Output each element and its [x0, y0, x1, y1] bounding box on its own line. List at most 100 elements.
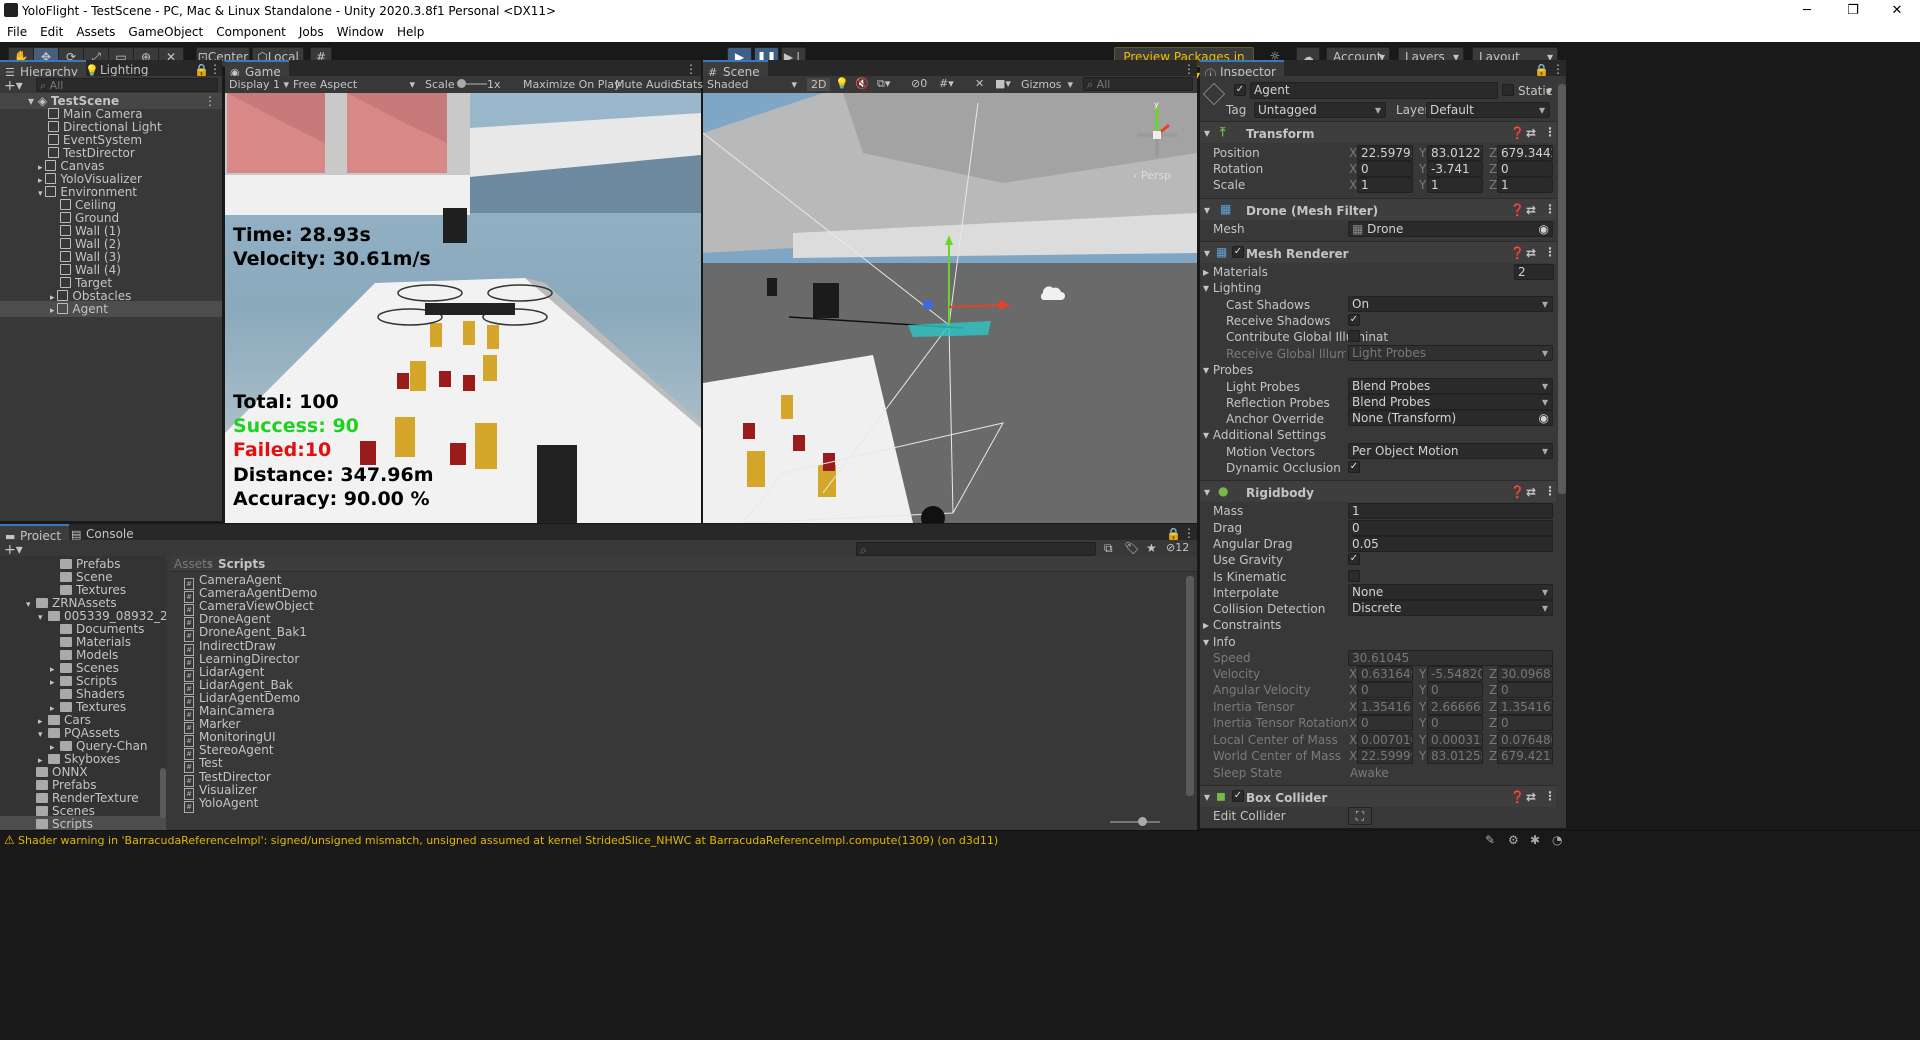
use-gravity-checkbox[interactable]: ✓ [1348, 553, 1360, 565]
dynamic-occlusion-checkbox[interactable]: ✓ [1348, 461, 1360, 473]
game-viewport[interactable]: Time: 28.93s Velocity: 30.61m/s Total: 1… [225, 93, 701, 523]
icon-size-slider[interactable] [1110, 817, 1160, 826]
foldout-arrow-icon[interactable]: ▾ [26, 597, 36, 613]
rotation-x-field[interactable]: 0 [1357, 161, 1413, 177]
menu-file[interactable]: File [0, 22, 33, 39]
mesh-renderer-header[interactable]: ▾ ▦ ✓ Mesh Renderer ❓ ⇄ ⋮ [1200, 241, 1556, 263]
info-foldout[interactable]: ▾ Info [1203, 635, 1236, 649]
tag-dropdown[interactable]: Untagged [1254, 102, 1386, 118]
materials-foldout[interactable]: ▸ Materials [1203, 265, 1268, 279]
mass-field[interactable]: 1 [1348, 503, 1553, 519]
maximize-button[interactable]: ❐ [1830, 0, 1876, 22]
filter-type-icon[interactable]: ⧉ [1104, 541, 1113, 556]
additional-settings-foldout[interactable]: ▾ Additional Settings [1203, 428, 1326, 442]
more-icon[interactable]: ⋮ [1183, 62, 1195, 76]
object-name-input[interactable]: Agent [1250, 82, 1498, 99]
active-checkbox[interactable]: ✓ [1234, 84, 1246, 96]
2d-toggle[interactable]: 2D [807, 78, 831, 91]
lighting-toggle-icon[interactable]: 💡 [835, 77, 849, 90]
static-checkbox[interactable] [1502, 84, 1514, 96]
rigidbody-header[interactable]: ▾ ● Rigidbody ❓ ⇄ ⋮ [1200, 480, 1556, 502]
scene-viewport[interactable]: y ‹ Persp [703, 93, 1197, 523]
stats-toggle[interactable]: Stats [675, 78, 703, 91]
mesh-filter-header[interactable]: ▾ ▦ Drone (Mesh Filter) ❓ ⇄ ⋮ [1200, 198, 1556, 220]
reflection-probes-dropdown[interactable]: Blend Probes [1348, 394, 1553, 410]
hidden-objects-icon[interactable]: ⊘0 [911, 77, 927, 90]
file-list-scrollbar[interactable] [1186, 576, 1194, 796]
auto-generate-lighting-icon[interactable]: ✎ [1485, 833, 1495, 847]
shading-dropdown[interactable]: Shaded ▾ [707, 78, 797, 91]
box-collider-header[interactable]: ▾ ◼ ✓ Box Collider ❓ ⇄ ⋮ [1200, 785, 1556, 807]
inspector-scrollbar[interactable] [1558, 84, 1566, 494]
menu-component[interactable]: Component [209, 22, 292, 39]
interpolate-dropdown[interactable]: None [1348, 584, 1553, 600]
materials-count-field[interactable]: 2 [1514, 264, 1554, 280]
receive-shadows-checkbox[interactable]: ✓ [1348, 314, 1360, 326]
project-search-input[interactable]: ⌕ [856, 542, 1096, 556]
lock-icon[interactable]: 🔒 [194, 63, 209, 77]
cast-shadows-dropdown[interactable]: On [1348, 296, 1553, 312]
more-icon[interactable]: ⋮ [209, 62, 221, 76]
debug-mode-icon[interactable]: ⚙ [1508, 833, 1519, 847]
position-y-field[interactable]: 83.01227 [1427, 145, 1483, 161]
add-icon[interactable]: +▾ [4, 78, 23, 94]
gizmos-dropdown[interactable]: Gizmos ▾ [1021, 78, 1073, 91]
mesh-object-field[interactable]: ▦ Drone ◉ [1348, 221, 1553, 237]
minimize-button[interactable]: ─ [1784, 0, 1830, 22]
breadcrumb-scripts[interactable]: Scripts [218, 557, 265, 571]
rotation-y-field[interactable]: -3.741 [1427, 161, 1483, 177]
project-folder-item[interactable]: Scripts [0, 816, 166, 830]
menu-help[interactable]: Help [390, 22, 430, 39]
effects-icon[interactable]: ⧉▾ [877, 77, 890, 91]
menu-edit[interactable]: Edit [33, 22, 69, 39]
scene-search-input[interactable]: ⌕ All [1083, 77, 1193, 91]
tools-icon[interactable]: ✕ [975, 77, 984, 90]
hierarchy-search-input[interactable]: ⌕ All [36, 78, 218, 92]
static-dropdown[interactable]: ▾ [1546, 84, 1552, 98]
more-icon[interactable]: ⋮ [1552, 62, 1564, 76]
status-message[interactable]: Shader warning in 'BarracudaReferenceImp… [18, 834, 998, 847]
foldout-arrow-icon[interactable]: ▾ [38, 727, 48, 743]
light-probes-dropdown[interactable]: Blend Probes [1348, 378, 1553, 394]
scene-gizmo-axis-icon[interactable]: y [1129, 99, 1185, 163]
favorite-icon[interactable]: ★ [1146, 541, 1157, 555]
position-z-field[interactable]: 679.3442 [1497, 145, 1553, 161]
bug-icon[interactable]: ✱ [1530, 833, 1540, 847]
transform-header[interactable]: ▾ ⤒ Transform ❓ ⇄ ⋮ [1200, 121, 1556, 143]
foldout-arrow-icon[interactable]: ▾ [38, 610, 48, 626]
is-kinematic-checkbox[interactable] [1348, 570, 1360, 582]
aspect-dropdown[interactable]: Free Aspect ▾ [293, 78, 417, 91]
lock-icon[interactable]: 🔒 [1166, 527, 1181, 541]
angular-drag-field[interactable]: 0.05 [1348, 536, 1553, 552]
script-file-item[interactable]: # YoloAgent [184, 795, 258, 813]
more-icon[interactable]: ⋮ [1183, 526, 1195, 540]
close-button[interactable]: ✕ [1874, 0, 1920, 22]
camera-icon[interactable]: ■▾ [995, 77, 1011, 90]
hidden-packages-icon[interactable]: ⊘12 [1166, 541, 1189, 554]
drag-field[interactable]: 0 [1348, 520, 1553, 536]
motion-vectors-dropdown[interactable]: Per Object Motion [1348, 443, 1553, 459]
menu-assets[interactable]: Assets [69, 22, 121, 39]
collision-detection-dropdown[interactable]: Discrete [1348, 600, 1553, 616]
scale-y-field[interactable]: 1 [1427, 177, 1483, 193]
hierarchy-item-selected[interactable]: ▸ Agent [0, 301, 222, 317]
menu-gameobject[interactable]: GameObject [121, 22, 209, 39]
maximize-on-play-toggle[interactable]: Maximize On Play [523, 78, 621, 91]
more-icon[interactable]: ⋮ [685, 62, 697, 76]
grid-toggle-icon[interactable]: #▾ [939, 77, 954, 90]
display-dropdown[interactable]: Display 1 ▾ [229, 78, 289, 91]
lock-icon[interactable]: 🔒 [1534, 63, 1549, 77]
contribute-gi-checkbox[interactable] [1348, 330, 1360, 342]
menu-jobs[interactable]: Jobs [292, 22, 330, 39]
position-x-field[interactable]: 22.59795 [1357, 145, 1413, 161]
anchor-override-field[interactable]: None (Transform) ◉ [1348, 410, 1553, 426]
constraints-foldout[interactable]: ▸ Constraints [1203, 618, 1281, 632]
progress-icon[interactable]: ◔ [1552, 833, 1562, 847]
audio-toggle-icon[interactable]: 🔇 [855, 77, 869, 90]
filter-label-icon[interactable]: 🏷 [1124, 541, 1139, 555]
scale-slider[interactable] [457, 79, 487, 88]
folder-tree-scrollbar[interactable] [160, 558, 166, 828]
scale-x-field[interactable]: 1 [1357, 177, 1413, 193]
edit-collider-button[interactable]: ⛶ [1348, 807, 1372, 825]
rotation-z-field[interactable]: 0 [1497, 161, 1553, 177]
